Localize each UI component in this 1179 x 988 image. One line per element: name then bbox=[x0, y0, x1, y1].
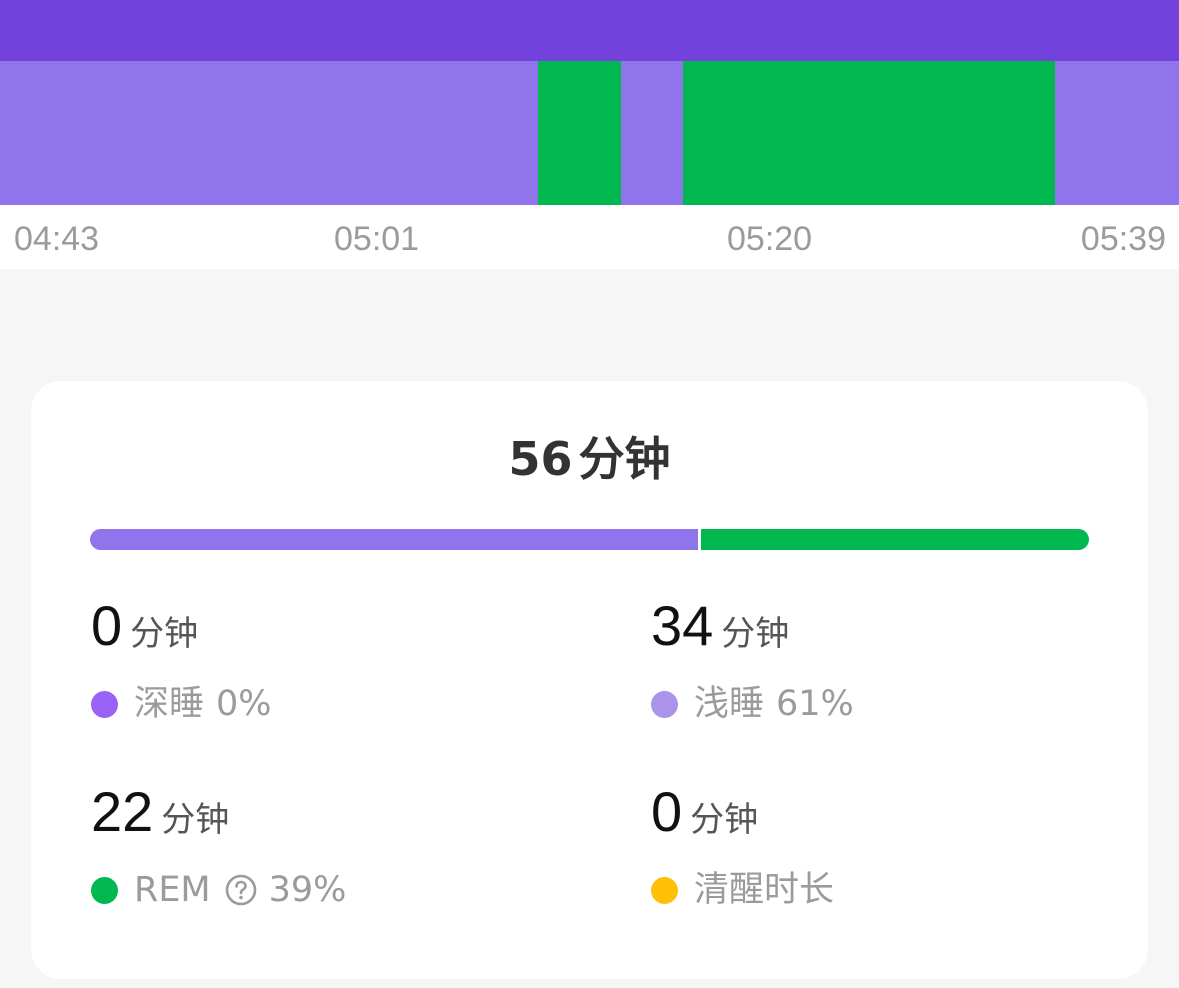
stat-value: 0 bbox=[91, 594, 123, 657]
stat-label: 浅睡 bbox=[694, 684, 765, 724]
stat-percent: 39% bbox=[268, 870, 347, 910]
stat-percent: 0% bbox=[216, 684, 272, 724]
stat-label: 清醒时长 bbox=[694, 870, 835, 910]
stat-percent: 61% bbox=[776, 684, 854, 724]
sleep-stage-bar[interactable] bbox=[0, 61, 1179, 205]
sleep-summary-card: 56 分钟 0 分钟 深睡 0% 34 分钟 浅睡 61% 22 分钟 REM … bbox=[31, 381, 1148, 979]
stat-label: REM bbox=[134, 870, 211, 910]
stat-value: 22 bbox=[91, 780, 154, 843]
stat-value: 34 bbox=[651, 594, 714, 657]
stage-segment-rem bbox=[538, 61, 621, 205]
time-label-end: 05:39 bbox=[1080, 220, 1166, 258]
stat-awake: 0 分钟 清醒时长 bbox=[651, 780, 834, 912]
stage-ratio-bar bbox=[90, 529, 1089, 550]
sleep-timeline: 04:43 05:01 05:20 05:39 bbox=[0, 0, 1179, 269]
deep-sleep-dot bbox=[91, 690, 118, 718]
time-label-start: 04:43 bbox=[14, 220, 100, 258]
time-label: 05:20 bbox=[727, 220, 813, 258]
ratio-segment-rem bbox=[700, 529, 1089, 550]
stage-segment-rem bbox=[683, 61, 1055, 205]
help-icon[interactable] bbox=[225, 874, 257, 906]
total-sleep-duration: 56 分钟 bbox=[31, 431, 1148, 487]
stage-segment-light bbox=[0, 61, 538, 205]
total-duration-unit: 分钟 bbox=[578, 432, 671, 486]
ratio-segment-light bbox=[90, 529, 698, 550]
stat-unit: 分钟 bbox=[721, 614, 790, 654]
stat-value: 0 bbox=[651, 780, 683, 843]
time-label: 05:01 bbox=[334, 220, 420, 258]
stat-unit: 分钟 bbox=[690, 800, 759, 840]
stat-light-sleep: 34 分钟 浅睡 61% bbox=[651, 594, 854, 726]
awake-dot bbox=[651, 876, 678, 904]
rem-dot bbox=[91, 876, 118, 904]
stage-segment-light bbox=[1055, 61, 1179, 205]
total-duration-value: 56 bbox=[508, 432, 573, 486]
stat-unit: 分钟 bbox=[130, 614, 199, 654]
stat-unit: 分钟 bbox=[161, 800, 230, 840]
stat-label: 深睡 bbox=[134, 684, 205, 724]
stat-deep-sleep: 0 分钟 深睡 0% bbox=[91, 594, 272, 726]
stage-segment-light bbox=[621, 61, 683, 205]
stat-rem-sleep: 22 分钟 REM 39% bbox=[91, 780, 346, 912]
timeline-top-band bbox=[0, 0, 1179, 61]
light-sleep-dot bbox=[651, 690, 678, 718]
